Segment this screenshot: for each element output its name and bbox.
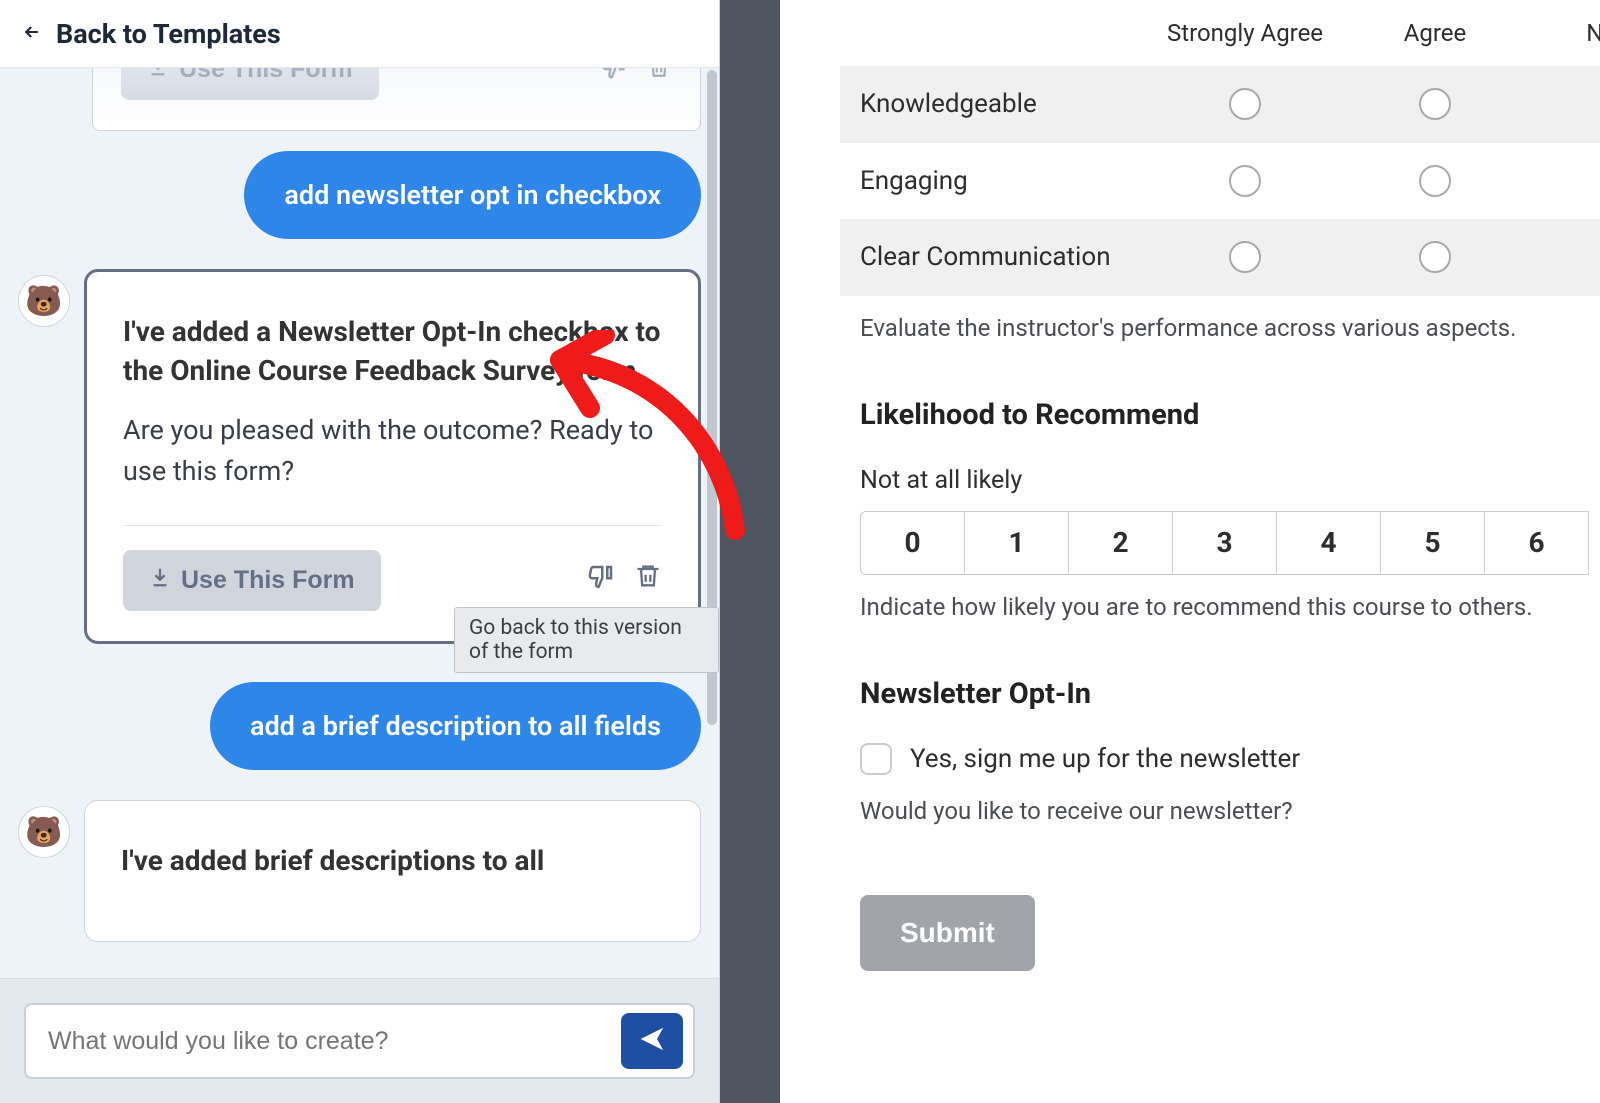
divider <box>123 525 662 526</box>
nps-option[interactable]: 0 <box>860 511 965 575</box>
nps-scale: 0 1 2 3 4 5 6 <box>860 511 1600 575</box>
likert-row-label: Clear Communication <box>860 241 1150 274</box>
likert-row: Clear Communication <box>840 219 1600 296</box>
ai-response-card[interactable]: I've added a Newsletter Opt-In checkbox … <box>84 269 701 644</box>
back-to-templates-button[interactable]: Back to Templates <box>0 0 719 68</box>
nps-option[interactable]: 1 <box>964 511 1069 575</box>
user-message: add newsletter opt in checkbox <box>244 151 701 239</box>
download-icon <box>149 566 171 595</box>
chat-input-area <box>0 978 719 1103</box>
user-message: add a brief description to all fields <box>210 682 701 770</box>
version-tooltip: Go back to this version of the form <box>454 607 719 673</box>
likert-row-label: Engaging <box>860 165 1150 198</box>
chat-panel: Back to Templates Use This Form <box>0 0 720 1103</box>
send-icon <box>637 1024 667 1058</box>
panel-divider <box>720 0 780 1103</box>
ai-response-body: Are you pleased with the outcome? Ready … <box>123 410 662 491</box>
likert-col-label: Neutral <box>1530 18 1600 48</box>
ai-response-card[interactable]: I've added brief descriptions to all <box>84 800 701 941</box>
likert-row: Engaging <box>840 143 1600 220</box>
radio-button[interactable] <box>1229 165 1261 197</box>
section-title-optin: Newsletter Opt-In <box>860 677 1600 711</box>
likert-row: Knowledgeable <box>840 66 1600 143</box>
previous-ai-card: Use This Form <box>92 68 701 131</box>
likert-header: Strongly Agree Agree Neutral <box>840 0 1600 66</box>
ai-avatar: 🐻 <box>18 275 70 327</box>
use-this-form-button[interactable]: Use This Form <box>123 550 381 611</box>
likert-col-label: Strongly Agree <box>1150 18 1340 48</box>
radio-button[interactable] <box>1419 241 1451 273</box>
download-icon <box>147 68 169 84</box>
thumbs-down-icon[interactable] <box>600 68 628 86</box>
nps-option[interactable]: 2 <box>1068 511 1173 575</box>
newsletter-checkbox-label: Yes, sign me up for the newsletter <box>910 744 1300 774</box>
back-label: Back to Templates <box>56 18 281 50</box>
ai-response-heading: I've added brief descriptions to all <box>121 841 664 880</box>
likert-row-label: Knowledgeable <box>860 88 1150 121</box>
section-title-recommend: Likelihood to Recommend <box>860 398 1600 432</box>
chat-input[interactable] <box>48 1027 621 1056</box>
newsletter-checkbox[interactable] <box>860 743 892 775</box>
ai-response-heading: I've added a Newsletter Opt-In checkbox … <box>123 312 662 390</box>
nps-option[interactable]: 5 <box>1380 511 1485 575</box>
trash-icon[interactable] <box>634 562 662 599</box>
radio-button[interactable] <box>1419 88 1451 120</box>
arrow-left-icon <box>22 22 42 46</box>
nps-option[interactable]: 3 <box>1172 511 1277 575</box>
field-hint: Would you like to receive our newsletter… <box>860 797 1600 825</box>
use-this-form-button-prev[interactable]: Use This Form <box>121 68 379 100</box>
radio-button[interactable] <box>1419 165 1451 197</box>
radio-button[interactable] <box>1229 241 1261 273</box>
thumbs-down-icon[interactable] <box>586 562 616 599</box>
field-hint: Indicate how likely you are to recommend… <box>860 593 1600 621</box>
scrollbar[interactable] <box>707 70 717 943</box>
likert-col-label: Agree <box>1340 18 1530 48</box>
nps-option[interactable]: 4 <box>1276 511 1381 575</box>
nps-left-label: Not at all likely <box>860 466 1600 495</box>
field-hint: Evaluate the instructor's performance ac… <box>860 314 1600 342</box>
nps-option[interactable]: 6 <box>1484 511 1589 575</box>
ai-avatar: 🐻 <box>18 806 70 858</box>
form-preview-panel: Strongly Agree Agree Neutral Knowledgeab… <box>780 0 1600 1103</box>
send-button[interactable] <box>621 1013 683 1069</box>
trash-icon[interactable] <box>646 68 672 86</box>
radio-button[interactable] <box>1229 88 1261 120</box>
submit-button[interactable]: Submit <box>860 895 1035 971</box>
